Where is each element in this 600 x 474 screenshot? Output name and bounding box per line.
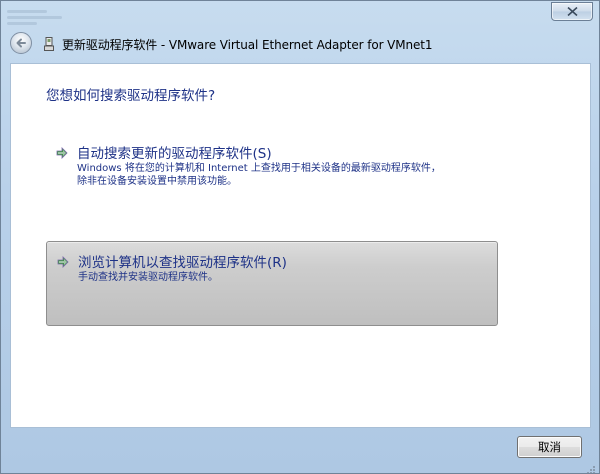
- dialog-window: 更新驱动程序软件 - VMware Virtual Ethernet Adapt…: [0, 0, 600, 474]
- back-arrow-icon: [15, 34, 27, 53]
- option-description-line: Windows 将在您的计算机和 Internet 上查找用于相关设备的最新驱动…: [77, 163, 441, 174]
- dialog-header: 更新驱动程序软件 - VMware Virtual Ethernet Adapt…: [1, 28, 599, 60]
- close-icon: [566, 7, 578, 16]
- back-button[interactable]: [10, 32, 32, 54]
- resize-grip-icon[interactable]: [586, 460, 596, 473]
- dialog-title: 更新驱动程序软件 - VMware Virtual Ethernet Adapt…: [62, 38, 433, 52]
- option-description-line: 除非在设备安装设置中禁用该功能。: [77, 176, 237, 187]
- driver-device-icon: [44, 36, 54, 51]
- option-description: 手动查找并安装驱动程序软件。: [78, 271, 218, 284]
- green-arrow-icon: [57, 253, 69, 268]
- cancel-button[interactable]: 取消: [517, 436, 582, 458]
- close-button[interactable]: [551, 2, 593, 21]
- option-auto-search[interactable]: 自动搜索更新的驱动程序软件(S) Windows 将在您的计算机和 Intern…: [46, 136, 498, 200]
- option-description: Windows 将在您的计算机和 Internet 上查找用于相关设备的最新驱动…: [77, 162, 441, 188]
- page-question: 您想如何搜索驱动程序软件?: [46, 88, 216, 104]
- green-arrow-icon: [56, 144, 68, 159]
- option-title: 自动搜索更新的驱动程序软件(S): [77, 146, 272, 162]
- content-panel: 您想如何搜索驱动程序软件? 自动搜索更新的驱动程序软件(S) Windows 将…: [10, 63, 591, 428]
- dialog-footer: 取消: [1, 428, 599, 473]
- background-window-ghost: [7, 7, 67, 27]
- option-description-line: 手动查找并安装驱动程序软件。: [78, 272, 218, 283]
- option-title: 浏览计算机以查找驱动程序软件(R): [78, 255, 287, 271]
- option-browse-computer[interactable]: 浏览计算机以查找驱动程序软件(R) 手动查找并安装驱动程序软件。: [46, 241, 498, 326]
